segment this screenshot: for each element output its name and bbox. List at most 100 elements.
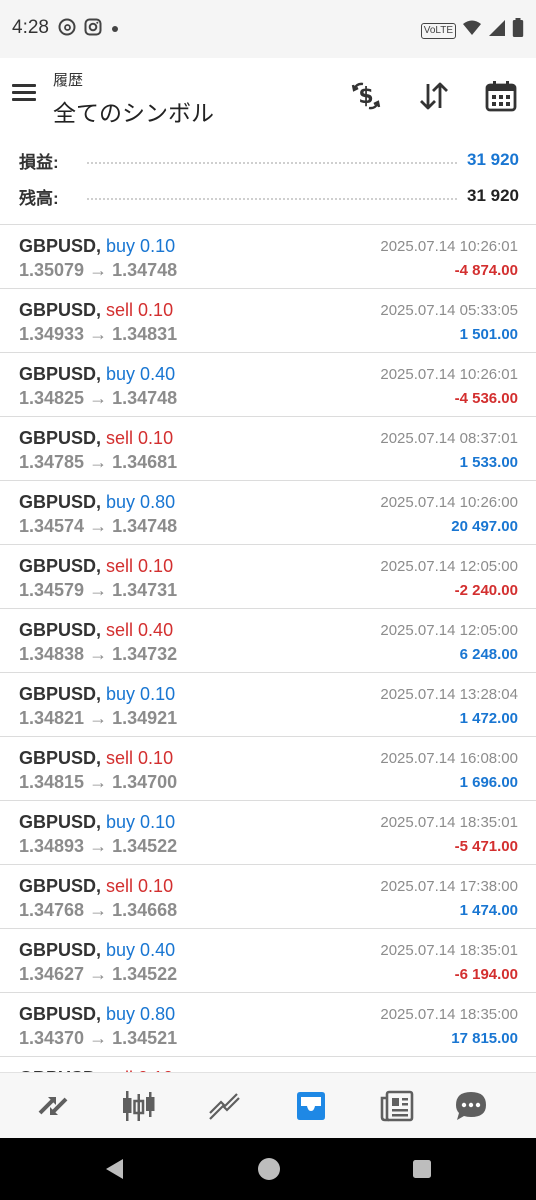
trade-symbol-line: GBPUSD, buy 0.10 [19,812,175,833]
back-icon[interactable] [103,1157,125,1186]
chart-icon[interactable] [119,1087,159,1125]
trade-side-volume: sell 0.10 [106,556,174,576]
bottom-navigation [0,1072,536,1138]
page-title[interactable]: 全てのシンボル [53,94,214,128]
profit-value: 31 920 [467,150,519,169]
trade-time: 2025.07.14 18:35:01 [380,814,518,831]
threads-icon [58,18,76,41]
trade-time: 2025.07.14 18:35:00 [380,1006,518,1023]
trade-side-volume: sell 0.10 [106,300,174,320]
quotes-icon[interactable] [33,1087,73,1125]
status-time: 4:28 [12,17,49,38]
dotted-leader [87,162,457,164]
trade-symbol: GBPUSD, [19,876,102,896]
trade-profit: 20 497.00 [451,518,518,535]
trade-row[interactable]: GBPUSD, buy 0.40 1.34627 → 1.34522 2025.… [0,929,536,993]
profit-row: 損益: 31 920 [19,145,519,175]
trade-row[interactable]: GBPUSD, buy 0.10 1.34893 → 1.34522 2025.… [0,801,536,865]
trade-row[interactable]: GBPUSD, sell 0.10 1.34768 → 1.34668 2025… [0,865,536,929]
trade-prices: 1.34933 → 1.34831 [19,324,178,344]
dot-icon [110,21,120,39]
trade-symbol: GBPUSD, [19,300,102,320]
trade-side-volume: sell 0.10 [106,428,174,448]
trade-time: 2025.07.14 13:28:04 [380,686,518,703]
trade-row[interactable]: GBPUSD, sell 0.10 1.34579 → 1.34731 2025… [0,545,536,609]
trade-row[interactable]: GBPUSD, buy 0.40 1.34825 → 1.34748 2025.… [0,353,536,417]
trade-symbol: GBPUSD, [19,364,102,384]
trade-prices: 1.34370 → 1.34521 [19,1028,178,1048]
trade-symbol: GBPUSD, [19,1004,102,1024]
trade-symbol: GBPUSD, [19,684,102,704]
wifi-icon [462,19,482,42]
trade-profit: -4 536.00 [454,390,518,407]
trade-prices: 1.34825 → 1.34748 [19,388,178,408]
trade-symbol-line: GBPUSD, buy 0.80 [19,492,175,513]
system-navigation-bar [0,1138,536,1200]
trade-row[interactable]: GBPUSD, sell 0.10 1.34933 → 1.34831 2025… [0,289,536,353]
trade-profit: 1 474.00 [459,902,518,919]
history-icon[interactable] [291,1087,331,1125]
trade-prices: 1.34821 → 1.34921 [19,708,178,728]
trade-profit: -6 194.00 [454,966,518,983]
trade-symbol-line: GBPUSD, sell 0.10 [19,428,173,449]
trade-side-volume: buy 0.40 [106,364,176,384]
trade-profit: -2 240.00 [454,582,518,599]
trade-symbol: GBPUSD, [19,812,102,832]
trade-time: 2025.07.14 08:37:01 [380,430,518,447]
account-summary: 損益: 31 920 残高: 31 920 [0,140,536,224]
profit-label: 損益: [19,152,59,172]
trade-row[interactable]: GBPUSD, sell 0.40 1.34838 → 1.34732 2025… [0,609,536,673]
chat-icon[interactable] [451,1087,491,1125]
trade-time: 2025.07.14 10:26:01 [380,238,518,255]
trade-row[interactable]: GBPUSD, buy 0.10 1.35079 → 1.34748 2025.… [0,225,536,289]
hamburger-line [12,98,36,101]
trade-side-volume: buy 0.10 [106,812,176,832]
balance-row: 残高: 31 920 [19,181,519,211]
trade-symbol-line: GBPUSD, buy 0.80 [19,1004,175,1025]
trade-symbol-line: GBPUSD, buy 0.40 [19,940,175,961]
trade-row[interactable]: GBPUSD, buy 0.80 1.34370 → 1.34521 2025.… [0,993,536,1057]
trade-prices: 1.34574 → 1.34748 [19,516,178,536]
trade-time: 2025.07.14 17:38:00 [380,878,518,895]
trade-profit: 1 696.00 [459,774,518,791]
trade-row[interactable]: GBPUSD, sell 0.10 1.34815 → 1.34700 2025… [0,737,536,801]
trade-time: 2025.07.14 10:26:00 [380,494,518,511]
trade-side-volume: buy 0.40 [106,940,176,960]
news-icon[interactable] [377,1087,417,1125]
menu-button[interactable] [12,80,42,110]
trade-side-volume: sell 0.10 [106,748,174,768]
trade-history-list[interactable]: GBPUSD, buy 0.10 1.35079 → 1.34748 2025.… [0,224,536,1072]
trade-side-volume: buy 0.10 [106,236,176,256]
trade-symbol: GBPUSD, [19,940,102,960]
instagram-icon [84,18,102,41]
trade-row[interactable]: GBPUSD, buy 0.80 1.34574 → 1.34748 2025.… [0,481,536,545]
trade-profit: 1 501.00 [459,326,518,343]
trade-profit: -4 874.00 [454,262,518,279]
home-icon[interactable] [257,1157,281,1186]
battery-icon [512,18,524,43]
trade-profit: 17 815.00 [451,1030,518,1047]
trade-symbol: GBPUSD, [19,236,102,256]
status-bar: 4:28 VoLTE [0,0,536,58]
trade-symbol-line: GBPUSD, buy 0.40 [19,364,175,385]
currency-swap-icon[interactable]: $ [346,76,386,116]
trade-row[interactable]: GBPUSD, sell 0.10 1.34785 → 1.34681 2025… [0,417,536,481]
trade-prices: 1.34815 → 1.34700 [19,772,178,792]
trade-symbol-line: GBPUSD, buy 0.10 [19,236,175,257]
signal-icon [488,19,506,42]
trade-icon[interactable] [205,1087,245,1125]
trade-row[interactable]: GBPUSD, sell 0.10 [0,1057,536,1072]
trade-time: 2025.07.14 10:26:01 [380,366,518,383]
trade-profit: 1 472.00 [459,710,518,727]
trade-prices: 1.34627 → 1.34522 [19,964,178,984]
recents-icon[interactable] [412,1159,432,1184]
status-left-icons [58,18,120,41]
sort-icon[interactable] [414,76,454,116]
trade-side-volume: sell 0.40 [106,620,174,640]
status-right-icons: VoLTE [420,18,524,43]
app-toolbar: 履歴 全てのシンボル $ [0,58,536,136]
trade-symbol: GBPUSD, [19,428,102,448]
calendar-icon[interactable] [481,76,521,116]
balance-value: 31 920 [467,186,519,205]
trade-row[interactable]: GBPUSD, buy 0.10 1.34821 → 1.34921 2025.… [0,673,536,737]
